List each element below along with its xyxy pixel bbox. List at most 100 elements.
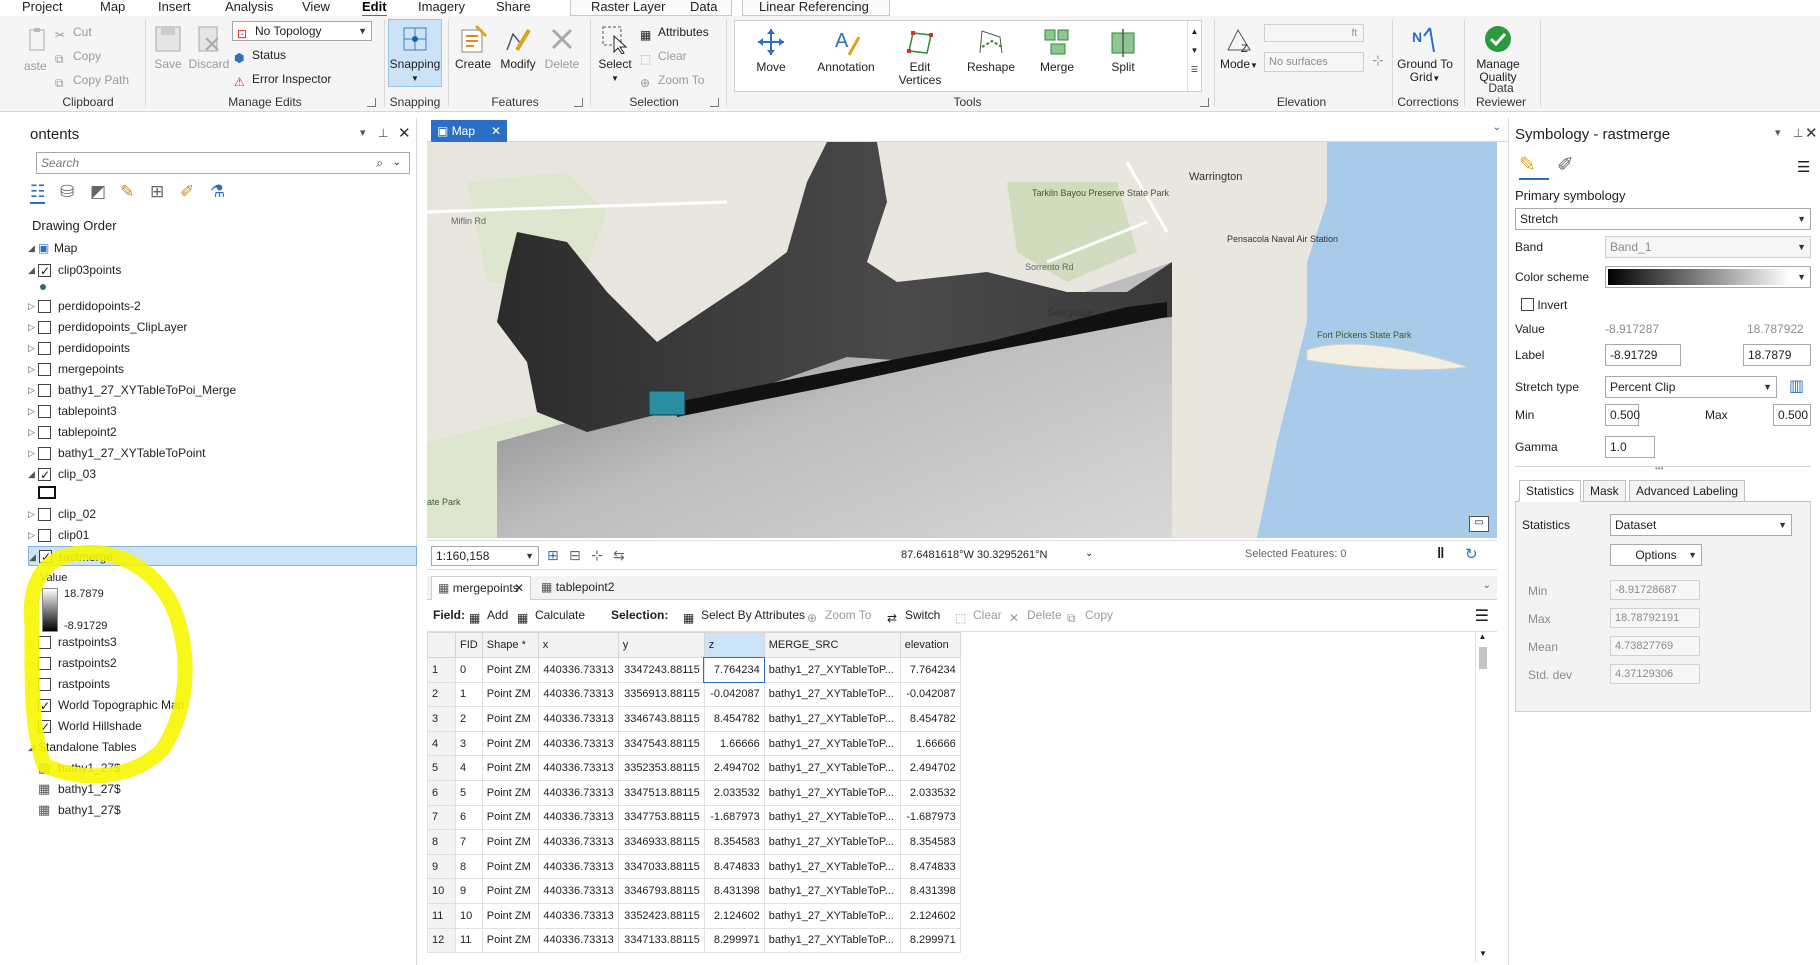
- drawing-order-icon[interactable]: ☷: [30, 182, 46, 204]
- menu-tab-data[interactable]: Data: [680, 0, 732, 16]
- tab-advanced-labeling[interactable]: Advanced Labeling: [1629, 480, 1746, 502]
- table-cell[interactable]: 11: [455, 927, 483, 954]
- layer-visibility-checkbox[interactable]: [38, 261, 51, 281]
- scroll-thumb[interactable]: [1478, 647, 1487, 669]
- table-cell[interactable]: 8.431398: [899, 878, 961, 904]
- clear-selection-button[interactable]: ⬚ Clear: [640, 49, 687, 66]
- expand-icon[interactable]: ▷: [28, 422, 35, 442]
- table-cell[interactable]: Point ZM: [481, 829, 539, 855]
- table-cell[interactable]: Point ZM: [481, 878, 539, 904]
- modify-features-button[interactable]: Modify: [496, 24, 540, 71]
- layer-item[interactable]: ▷ rastpoints3: [28, 632, 408, 652]
- expand-icon[interactable]: ▷: [28, 338, 35, 358]
- layer-item[interactable]: ▷ rastpoints: [28, 674, 408, 694]
- band-dropdown[interactable]: Band_1 ▼: [1605, 236, 1811, 258]
- label-max-input[interactable]: 18.7879: [1743, 344, 1811, 366]
- tab-mask[interactable]: Mask: [1583, 480, 1626, 502]
- column-header[interactable]: z: [703, 632, 765, 658]
- table-cell[interactable]: 8.299971: [703, 927, 765, 954]
- table-cell[interactable]: 2.033532: [703, 779, 765, 806]
- navigation-icon[interactable]: ⇆: [613, 547, 625, 564]
- table-item[interactable]: ▦ bathy1_27$: [28, 779, 408, 799]
- layer-visibility-checkbox[interactable]: [38, 636, 51, 649]
- max-input[interactable]: 0.500: [1773, 404, 1811, 426]
- table-row[interactable]: 4 3 Point ZM 440336.73313 3347543.88115 1.666…: [427, 730, 961, 757]
- expand-icon[interactable]: ▷: [28, 401, 35, 421]
- layer-visibility-checkbox[interactable]: [38, 405, 51, 418]
- attributes-button[interactable]: ▦ Attributes: [640, 25, 709, 42]
- row-number-cell[interactable]: 8: [427, 829, 456, 855]
- menu-tab-linear-referencing[interactable]: Linear Referencing: [742, 0, 890, 16]
- table-item[interactable]: ▦ bathy1_27$: [28, 800, 408, 820]
- table-cell[interactable]: Point ZM: [481, 779, 539, 806]
- table-cell[interactable]: bathy1_27_XYTableToP...: [763, 878, 901, 904]
- row-number-cell[interactable]: 3: [427, 706, 456, 732]
- table-cell[interactable]: 3352353.88115: [617, 755, 705, 781]
- table-cell[interactable]: 1.66666: [899, 730, 961, 757]
- row-number-cell[interactable]: 5: [427, 755, 456, 781]
- layer-visibility-checkbox[interactable]: [39, 547, 52, 567]
- data-source-icon[interactable]: ⛁: [60, 182, 74, 202]
- table-cell[interactable]: 440336.73313: [537, 755, 619, 781]
- table-cell[interactable]: 4: [455, 755, 483, 781]
- copy-button[interactable]: ⧉ Copy: [55, 49, 101, 66]
- table-cell[interactable]: 440336.73313: [537, 706, 619, 732]
- table-row[interactable]: 12 11 Point ZM 440336.73313 3347133.88115 8.2…: [427, 927, 961, 954]
- collapse-icon[interactable]: ◢: [28, 260, 35, 280]
- menu-tab-view[interactable]: View: [302, 0, 330, 14]
- table-tab-tablepoint2[interactable]: ▦ tablepoint2: [535, 576, 635, 600]
- table-cell[interactable]: bathy1_27_XYTableToP...: [763, 730, 901, 757]
- paste-button[interactable]: [28, 28, 48, 57]
- table-row[interactable]: 10 9 Point ZM 440336.73313 3346793.88115 8.43…: [427, 878, 961, 904]
- menu-tab-share[interactable]: Share: [496, 0, 531, 14]
- reshape-tool-button[interactable]: Reshape: [961, 27, 1021, 74]
- annotation-tool-button[interactable]: A Annotation: [811, 27, 881, 74]
- table-row[interactable]: 2 1 Point ZM 440336.73313 3356913.88115 -0.04…: [427, 681, 961, 708]
- table-cell[interactable]: 440336.73313: [537, 927, 619, 954]
- invert-checkbox-row[interactable]: Invert: [1521, 296, 1567, 312]
- layer-visibility-checkbox[interactable]: [38, 717, 51, 737]
- add-field-button[interactable]: ▦ Add: [469, 608, 508, 625]
- split-tool-button[interactable]: Split: [1095, 27, 1151, 74]
- table-cell[interactable]: 440336.73313: [537, 829, 619, 855]
- primary-symbology-tab-icon[interactable]: ✎: [1519, 152, 1549, 180]
- row-number-cell[interactable]: 6: [427, 779, 456, 806]
- zoom-to-button[interactable]: ⊕ Zoom To: [807, 608, 871, 625]
- table-cell[interactable]: 3347543.88115: [617, 730, 705, 757]
- table-cell[interactable]: bathy1_27_XYTableToP...: [763, 779, 901, 806]
- color-scheme-dropdown[interactable]: ▼: [1605, 266, 1811, 288]
- table-cell[interactable]: 2: [455, 706, 483, 732]
- row-number-cell[interactable]: 10: [427, 878, 456, 904]
- layer-item[interactable]: ▷ mergepoints: [28, 359, 408, 379]
- layer-visibility-checkbox[interactable]: [38, 678, 51, 691]
- expand-icon[interactable]: ▷: [28, 317, 35, 337]
- row-number-cell[interactable]: 9: [427, 853, 456, 880]
- ground-to-grid-button[interactable]: N Ground To Grid▼: [1396, 24, 1454, 85]
- copy-selection-button[interactable]: ⧉ Copy: [1067, 608, 1113, 625]
- table-cell[interactable]: 3347513.88115: [617, 779, 705, 806]
- table-cell[interactable]: 2.124602: [703, 902, 765, 929]
- table-cell[interactable]: 8.354583: [703, 829, 765, 855]
- expand-icon[interactable]: ▷: [28, 653, 35, 673]
- create-features-button[interactable]: Create: [452, 24, 494, 71]
- table-cell[interactable]: 3: [455, 730, 483, 757]
- row-header-corner[interactable]: [427, 632, 456, 658]
- gallery-scroll[interactable]: ▲ ▼ ☰: [1187, 21, 1201, 91]
- manage-edits-launcher-icon[interactable]: [367, 98, 376, 107]
- layer-item[interactable]: ▷ clip01: [28, 525, 408, 545]
- stretch-type-dropdown[interactable]: Percent Clip ▼: [1605, 376, 1777, 398]
- table-cell[interactable]: 3347033.88115: [617, 853, 705, 880]
- refresh-icon[interactable]: ↻: [1465, 545, 1478, 563]
- layer-item[interactable]: ▷ tablepoint2: [28, 422, 408, 442]
- table-cell[interactable]: 7: [455, 829, 483, 855]
- layer-item[interactable]: ▷ clip_02: [28, 504, 408, 524]
- table-cell[interactable]: -0.042087: [703, 681, 765, 708]
- standalone-tables-node[interactable]: ◢ Standalone Tables: [28, 737, 408, 757]
- table-cell[interactable]: 440336.73313: [537, 681, 619, 708]
- table-options-menu-icon[interactable]: ☰: [1475, 606, 1489, 626]
- table-cell[interactable]: bathy1_27_XYTableToP...: [763, 853, 901, 880]
- chevron-down-icon[interactable]: ⌄: [1483, 580, 1491, 591]
- tools-launcher-icon[interactable]: [1200, 98, 1209, 107]
- delete-selection-button[interactable]: ✕ Delete: [1009, 608, 1062, 625]
- expand-icon[interactable]: ▷: [28, 359, 35, 379]
